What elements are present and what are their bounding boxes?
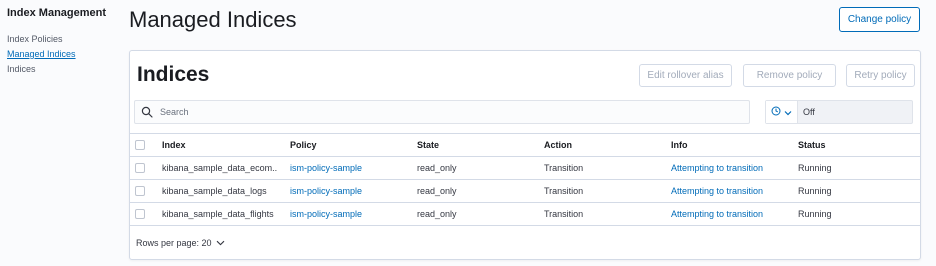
row-checkbox-cell (135, 180, 147, 202)
page-title: Managed Indices (129, 7, 297, 32)
managed-indices-table: Index Policy State Action Info Status ki… (130, 133, 920, 226)
search-input[interactable] (160, 107, 749, 117)
action-cell: Transition (544, 163, 584, 173)
search-box (134, 100, 750, 124)
column-header-status[interactable]: Status (798, 134, 898, 156)
chevron-down-icon (784, 103, 792, 121)
status-cell: Running (798, 186, 832, 196)
sidebar-title: Index Management (7, 7, 107, 19)
column-header-action[interactable]: Action (544, 134, 644, 156)
index-cell: kibana_sample_data_flights (162, 209, 274, 219)
edit-rollover-alias-button[interactable]: Edit rollover alias (639, 64, 732, 87)
clock-icon (771, 103, 781, 121)
column-header-state[interactable]: State (417, 134, 517, 156)
state-cell: read_only (417, 163, 457, 173)
index-cell: kibana_sample_data_ecom... (162, 163, 277, 173)
rows-per-page-selector[interactable]: Rows per page: 20 (136, 238, 225, 248)
row-checkbox-cell (135, 203, 147, 225)
policy-link[interactable]: ism-policy-sample (290, 157, 400, 179)
state-cell: read_only (417, 186, 457, 196)
info-link[interactable]: Attempting to transition (671, 203, 781, 225)
sidebar-item-indices[interactable]: Indices (7, 64, 122, 75)
row-checkbox[interactable] (135, 163, 145, 173)
status-cell: Running (798, 209, 832, 219)
table-header-row: Index Policy State Action Info Status (130, 133, 920, 157)
column-header-info[interactable]: Info (671, 134, 781, 156)
index-cell: kibana_sample_data_logs (162, 186, 267, 196)
panel-title: Indices (137, 63, 210, 86)
column-header-policy[interactable]: Policy (290, 134, 400, 156)
select-all-checkbox[interactable] (135, 140, 145, 150)
table-row: kibana_sample_data_ecom... ism-policy-sa… (130, 157, 920, 180)
remove-policy-button[interactable]: Remove policy (743, 64, 836, 87)
state-cell: read_only (417, 209, 457, 219)
retry-policy-button[interactable]: Retry policy (846, 64, 915, 87)
auto-refresh-control: Off (765, 100, 913, 124)
info-link[interactable]: Attempting to transition (671, 180, 781, 202)
search-icon (141, 106, 153, 118)
sidebar-item-index-policies[interactable]: Index Policies (7, 34, 122, 45)
refresh-interval-value: Off (803, 107, 815, 117)
select-all-cell (135, 134, 147, 156)
info-link[interactable]: Attempting to transition (671, 157, 781, 179)
table-row: kibana_sample_data_logs ism-policy-sampl… (130, 180, 920, 203)
sidebar-item-managed-indices[interactable]: Managed Indices (7, 49, 122, 60)
row-checkbox-cell (135, 157, 147, 179)
policy-link[interactable]: ism-policy-sample (290, 180, 400, 202)
column-header-index[interactable]: Index (162, 134, 277, 156)
action-cell: Transition (544, 209, 584, 219)
table-row: kibana_sample_data_flights ism-policy-sa… (130, 203, 920, 226)
row-checkbox[interactable] (135, 186, 145, 196)
chevron-down-icon (216, 238, 225, 248)
rows-per-page-label: Rows per page: 20 (136, 238, 212, 248)
sidebar: Index Management Index Policies Managed … (7, 7, 122, 75)
policy-link[interactable]: ism-policy-sample (290, 203, 400, 225)
indices-panel: Indices Edit rollover alias Remove polic… (129, 50, 921, 260)
change-policy-button[interactable]: Change policy (839, 7, 920, 32)
action-cell: Transition (544, 186, 584, 196)
row-checkbox[interactable] (135, 209, 145, 219)
refresh-interval-toggle[interactable] (766, 101, 798, 123)
status-cell: Running (798, 163, 832, 173)
